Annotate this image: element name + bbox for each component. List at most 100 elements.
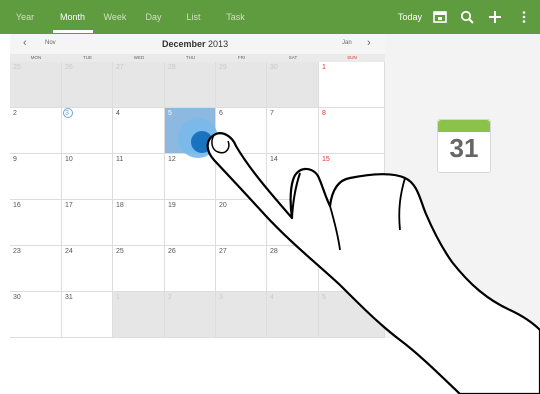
day-cell[interactable]: 12 — [165, 154, 216, 200]
day-cell[interactable]: 30 — [10, 292, 62, 338]
weekday-label-tue: TUE — [83, 55, 92, 60]
day-cell[interactable]: 27 — [113, 62, 165, 108]
tab-year[interactable]: Year — [10, 0, 40, 34]
day-cell[interactable]: 25 — [113, 246, 165, 292]
day-number: 8 — [322, 110, 326, 117]
day-number: 31 — [65, 294, 73, 301]
day-number: 28 — [270, 248, 278, 255]
previous-month-icon[interactable]: ‹ — [23, 37, 27, 49]
day-number: 5 — [322, 294, 326, 301]
day-cell[interactable]: 17 — [62, 200, 113, 246]
day-number: 26 — [168, 248, 176, 255]
tab-list[interactable]: List — [181, 0, 206, 34]
day-number: 9 — [13, 156, 17, 163]
day-number: 17 — [65, 202, 73, 209]
day-cell[interactable]: 7 — [267, 108, 319, 154]
day-cell[interactable]: 29 — [216, 62, 267, 108]
day-cell[interactable]: 28 — [165, 62, 216, 108]
day-number: 2 — [168, 294, 172, 301]
add-icon[interactable] — [487, 9, 503, 25]
day-cell[interactable]: 21 — [267, 200, 319, 246]
tab-task[interactable]: Task — [223, 0, 248, 34]
day-cell[interactable]: 31 — [62, 292, 113, 338]
day-number: 15 — [322, 156, 330, 163]
day-cell[interactable]: 5 — [319, 292, 385, 338]
day-cell[interactable]: 3 — [216, 292, 267, 338]
event-side-panel — [385, 34, 540, 338]
day-cell[interactable]: 30 — [267, 62, 319, 108]
day-number: 14 — [270, 156, 278, 163]
day-cell[interactable]: 15 — [319, 154, 385, 200]
day-number: 23 — [13, 248, 21, 255]
tab-day[interactable]: Day — [141, 0, 166, 34]
day-number: 27 — [116, 64, 124, 71]
more-icon[interactable] — [516, 9, 532, 25]
previous-month-button[interactable]: Nov — [45, 40, 56, 46]
day-cell[interactable]: 24 — [62, 246, 113, 292]
day-cell[interactable]: 26 — [62, 62, 113, 108]
day-cell[interactable]: 13 — [216, 154, 267, 200]
tab-month[interactable]: Month — [55, 0, 90, 34]
tab-week[interactable]: Week — [99, 0, 131, 34]
day-number: 20 — [219, 202, 227, 209]
month-calendar: ‹ Nov December 2013 Jan › MON TUE WED THU FR… — [10, 34, 385, 338]
calendar-icon: 31 — [437, 119, 491, 173]
day-cell[interactable]: 19 — [165, 200, 216, 246]
day-number: 1 — [322, 64, 326, 71]
day-of-week-header: MON TUE WED THU FRI SAT SUN — [10, 54, 385, 62]
day-cell[interactable]: 14 — [267, 154, 319, 200]
search-icon[interactable] — [459, 9, 475, 25]
day-number: 4 — [270, 294, 274, 301]
day-number: 10 — [65, 156, 73, 163]
day-number: 1 — [116, 294, 120, 301]
day-cell[interactable]: 11 — [113, 154, 165, 200]
day-cell[interactable]: 3 — [62, 108, 113, 154]
day-number: 29 — [219, 64, 227, 71]
day-cell[interactable]: 28 — [267, 246, 319, 292]
day-number: 24 — [65, 248, 73, 255]
day-cell[interactable]: 26 — [165, 246, 216, 292]
next-month-button[interactable]: Jan — [342, 40, 352, 46]
day-cell[interactable]: 1 — [113, 292, 165, 338]
day-cell[interactable]: 20 — [216, 200, 267, 246]
top-action-bar: Year Month Week Day List Task Today — [0, 0, 540, 34]
weekday-label-fri: FRI — [237, 55, 246, 60]
day-number: 4 — [116, 110, 120, 117]
day-number: 28 — [168, 64, 176, 71]
day-cell[interactable]: 4 — [113, 108, 165, 154]
next-month-icon[interactable]: › — [367, 37, 371, 49]
month-title: December 2013 — [162, 39, 229, 49]
day-number: 22 — [322, 202, 330, 209]
day-cell[interactable]: 29 — [319, 246, 385, 292]
weekday-label-sun: SUN — [347, 55, 357, 60]
day-cell[interactable]: 22 — [319, 200, 385, 246]
day-cell[interactable]: 5 — [165, 108, 216, 154]
weekday-label-thu: THU — [185, 55, 196, 60]
day-number: 5 — [168, 110, 172, 117]
calendar-grid: 25 26 27 28 29 30 1 2 3 4 5 6 7 8 9 10 11 12 13 14 15 16 17 18 1… — [10, 62, 385, 338]
day-number: 7 — [270, 110, 274, 117]
day-number: 30 — [270, 64, 278, 71]
day-cell[interactable]: 9 — [10, 154, 62, 200]
month-navigation: ‹ Nov December 2013 Jan › — [10, 34, 385, 54]
day-cell[interactable]: 2 — [10, 108, 62, 154]
day-cell[interactable]: 4 — [267, 292, 319, 338]
day-cell[interactable]: 10 — [62, 154, 113, 200]
day-cell[interactable]: 16 — [10, 200, 62, 246]
day-cell[interactable]: 1 — [319, 62, 385, 108]
calendar-icon-date: 31 — [449, 133, 479, 163]
day-cell[interactable]: 2 — [165, 292, 216, 338]
day-cell[interactable]: 23 — [10, 246, 62, 292]
day-cell[interactable]: 25 — [10, 62, 62, 108]
day-cell[interactable]: 18 — [113, 200, 165, 246]
day-number: 11 — [116, 156, 124, 163]
day-cell[interactable]: 8 — [319, 108, 385, 154]
calendar-day-icon[interactable] — [432, 9, 448, 25]
day-cell[interactable]: 6 — [216, 108, 267, 154]
day-number: 3 — [219, 294, 223, 301]
day-number: 30 — [13, 294, 21, 301]
day-cell[interactable]: 27 — [216, 246, 267, 292]
today-button[interactable]: Today — [398, 0, 422, 34]
weekday-label-wed: WED — [133, 55, 145, 60]
weekday-label-mon: MON — [30, 55, 42, 60]
